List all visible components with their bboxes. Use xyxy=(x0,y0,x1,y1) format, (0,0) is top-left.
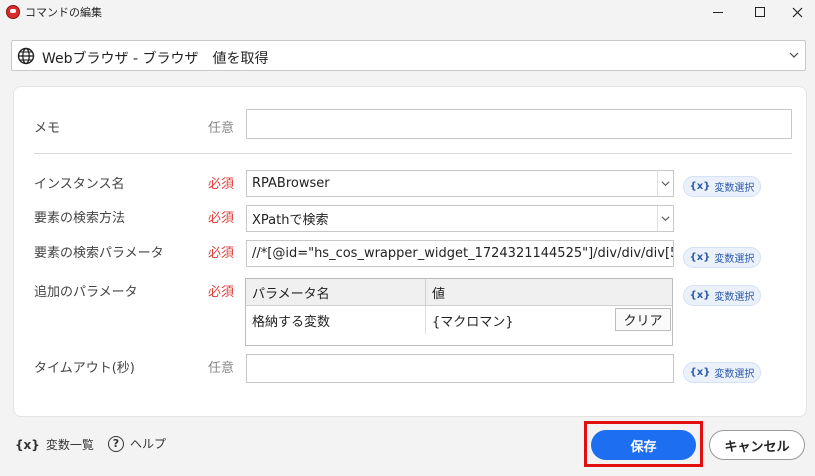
minimize-button[interactable] xyxy=(697,0,739,24)
extra-params-label: 追加のパラメータ xyxy=(34,285,138,300)
instance-value: RPABrowser xyxy=(252,176,330,191)
chevron-down-icon xyxy=(657,171,673,196)
maximize-icon xyxy=(755,7,765,17)
globe-icon xyxy=(17,47,35,65)
variable-list-icon: {x} xyxy=(15,437,40,452)
extra-params-var-select-button[interactable]: {x} 変数選択 xyxy=(683,285,761,306)
close-icon xyxy=(792,7,802,17)
chevron-down-icon xyxy=(789,52,799,58)
param-value-header: 値 xyxy=(426,279,672,306)
instance-select[interactable]: RPABrowser xyxy=(246,170,674,197)
search-method-label: 要素の検索方法 xyxy=(34,211,126,226)
extra-params-required-flag: 必須 xyxy=(208,285,235,300)
memo-optional-flag: 任意 xyxy=(208,121,235,136)
search-param-label: 要素の検索パラメータ xyxy=(34,246,164,261)
var-select-label: 変数選択 xyxy=(714,183,755,194)
variable-icon: {x} xyxy=(689,367,711,378)
memo-label: メモ xyxy=(34,121,61,136)
instance-required-flag: 必須 xyxy=(208,177,235,192)
clear-button[interactable]: クリア xyxy=(615,308,671,331)
variable-icon: {x} xyxy=(689,252,711,263)
command-label: Webブラウザ - ブラウザ 値を取得 xyxy=(42,51,269,67)
instance-var-select-button[interactable]: {x} 変数選択 xyxy=(683,176,761,197)
maximize-button[interactable] xyxy=(739,0,781,24)
search-method-value: XPathで検索 xyxy=(252,213,329,228)
search-method-required-flag: 必須 xyxy=(208,211,235,226)
command-select[interactable]: Webブラウザ - ブラウザ 値を取得 xyxy=(11,40,806,71)
divider xyxy=(34,153,792,154)
param-name-header: パラメータ名 xyxy=(246,279,426,306)
search-param-input[interactable]: //*[@id="hs_cos_wrapper_widget_172432114… xyxy=(246,240,674,267)
app-logo-icon xyxy=(6,5,20,19)
cancel-button[interactable]: キャンセル xyxy=(709,430,805,460)
help-link[interactable]: ? ヘルプ xyxy=(108,435,166,452)
window-title: コマンドの編集 xyxy=(25,6,102,19)
form-panel: メモ 任意 インスタンス名 必須 RPABrowser {x} 変数選択 要素の… xyxy=(13,86,807,417)
minimize-icon xyxy=(713,11,723,13)
search-param-var-select-button[interactable]: {x} 変数選択 xyxy=(683,247,761,268)
search-param-required-flag: 必須 xyxy=(208,246,235,261)
variable-list-link[interactable]: {x} 変数一覧 xyxy=(15,436,94,453)
instance-label: インスタンス名 xyxy=(34,177,125,192)
param-table: パラメータ名 値 格納する変数 {マクロマン} クリア xyxy=(245,278,673,346)
var-select-label: 変数選択 xyxy=(714,292,755,303)
timeout-input[interactable] xyxy=(246,354,674,383)
variable-list-label: 変数一覧 xyxy=(45,438,94,452)
help-icon: ? xyxy=(108,435,124,452)
save-button[interactable]: 保存 xyxy=(591,430,696,460)
variable-icon: {x} xyxy=(689,290,711,301)
memo-input[interactable] xyxy=(246,109,792,139)
close-button[interactable] xyxy=(776,0,815,24)
timeout-var-select-button[interactable]: {x} 変数選択 xyxy=(683,362,761,383)
search-method-select[interactable]: XPathで検索 xyxy=(246,205,674,232)
help-label: ヘルプ xyxy=(130,437,167,451)
var-select-label: 変数選択 xyxy=(714,254,755,265)
var-select-label: 変数選択 xyxy=(714,369,755,380)
param-value-cell[interactable]: {マクロマン} xyxy=(426,306,614,334)
timeout-label: タイムアウト(秒) xyxy=(34,361,135,376)
variable-icon: {x} xyxy=(689,181,711,192)
param-name-cell: 格納する変数 xyxy=(246,306,426,334)
title-bar: コマンドの編集 xyxy=(0,0,815,24)
chevron-down-icon xyxy=(657,206,673,231)
timeout-optional-flag: 任意 xyxy=(208,361,235,376)
